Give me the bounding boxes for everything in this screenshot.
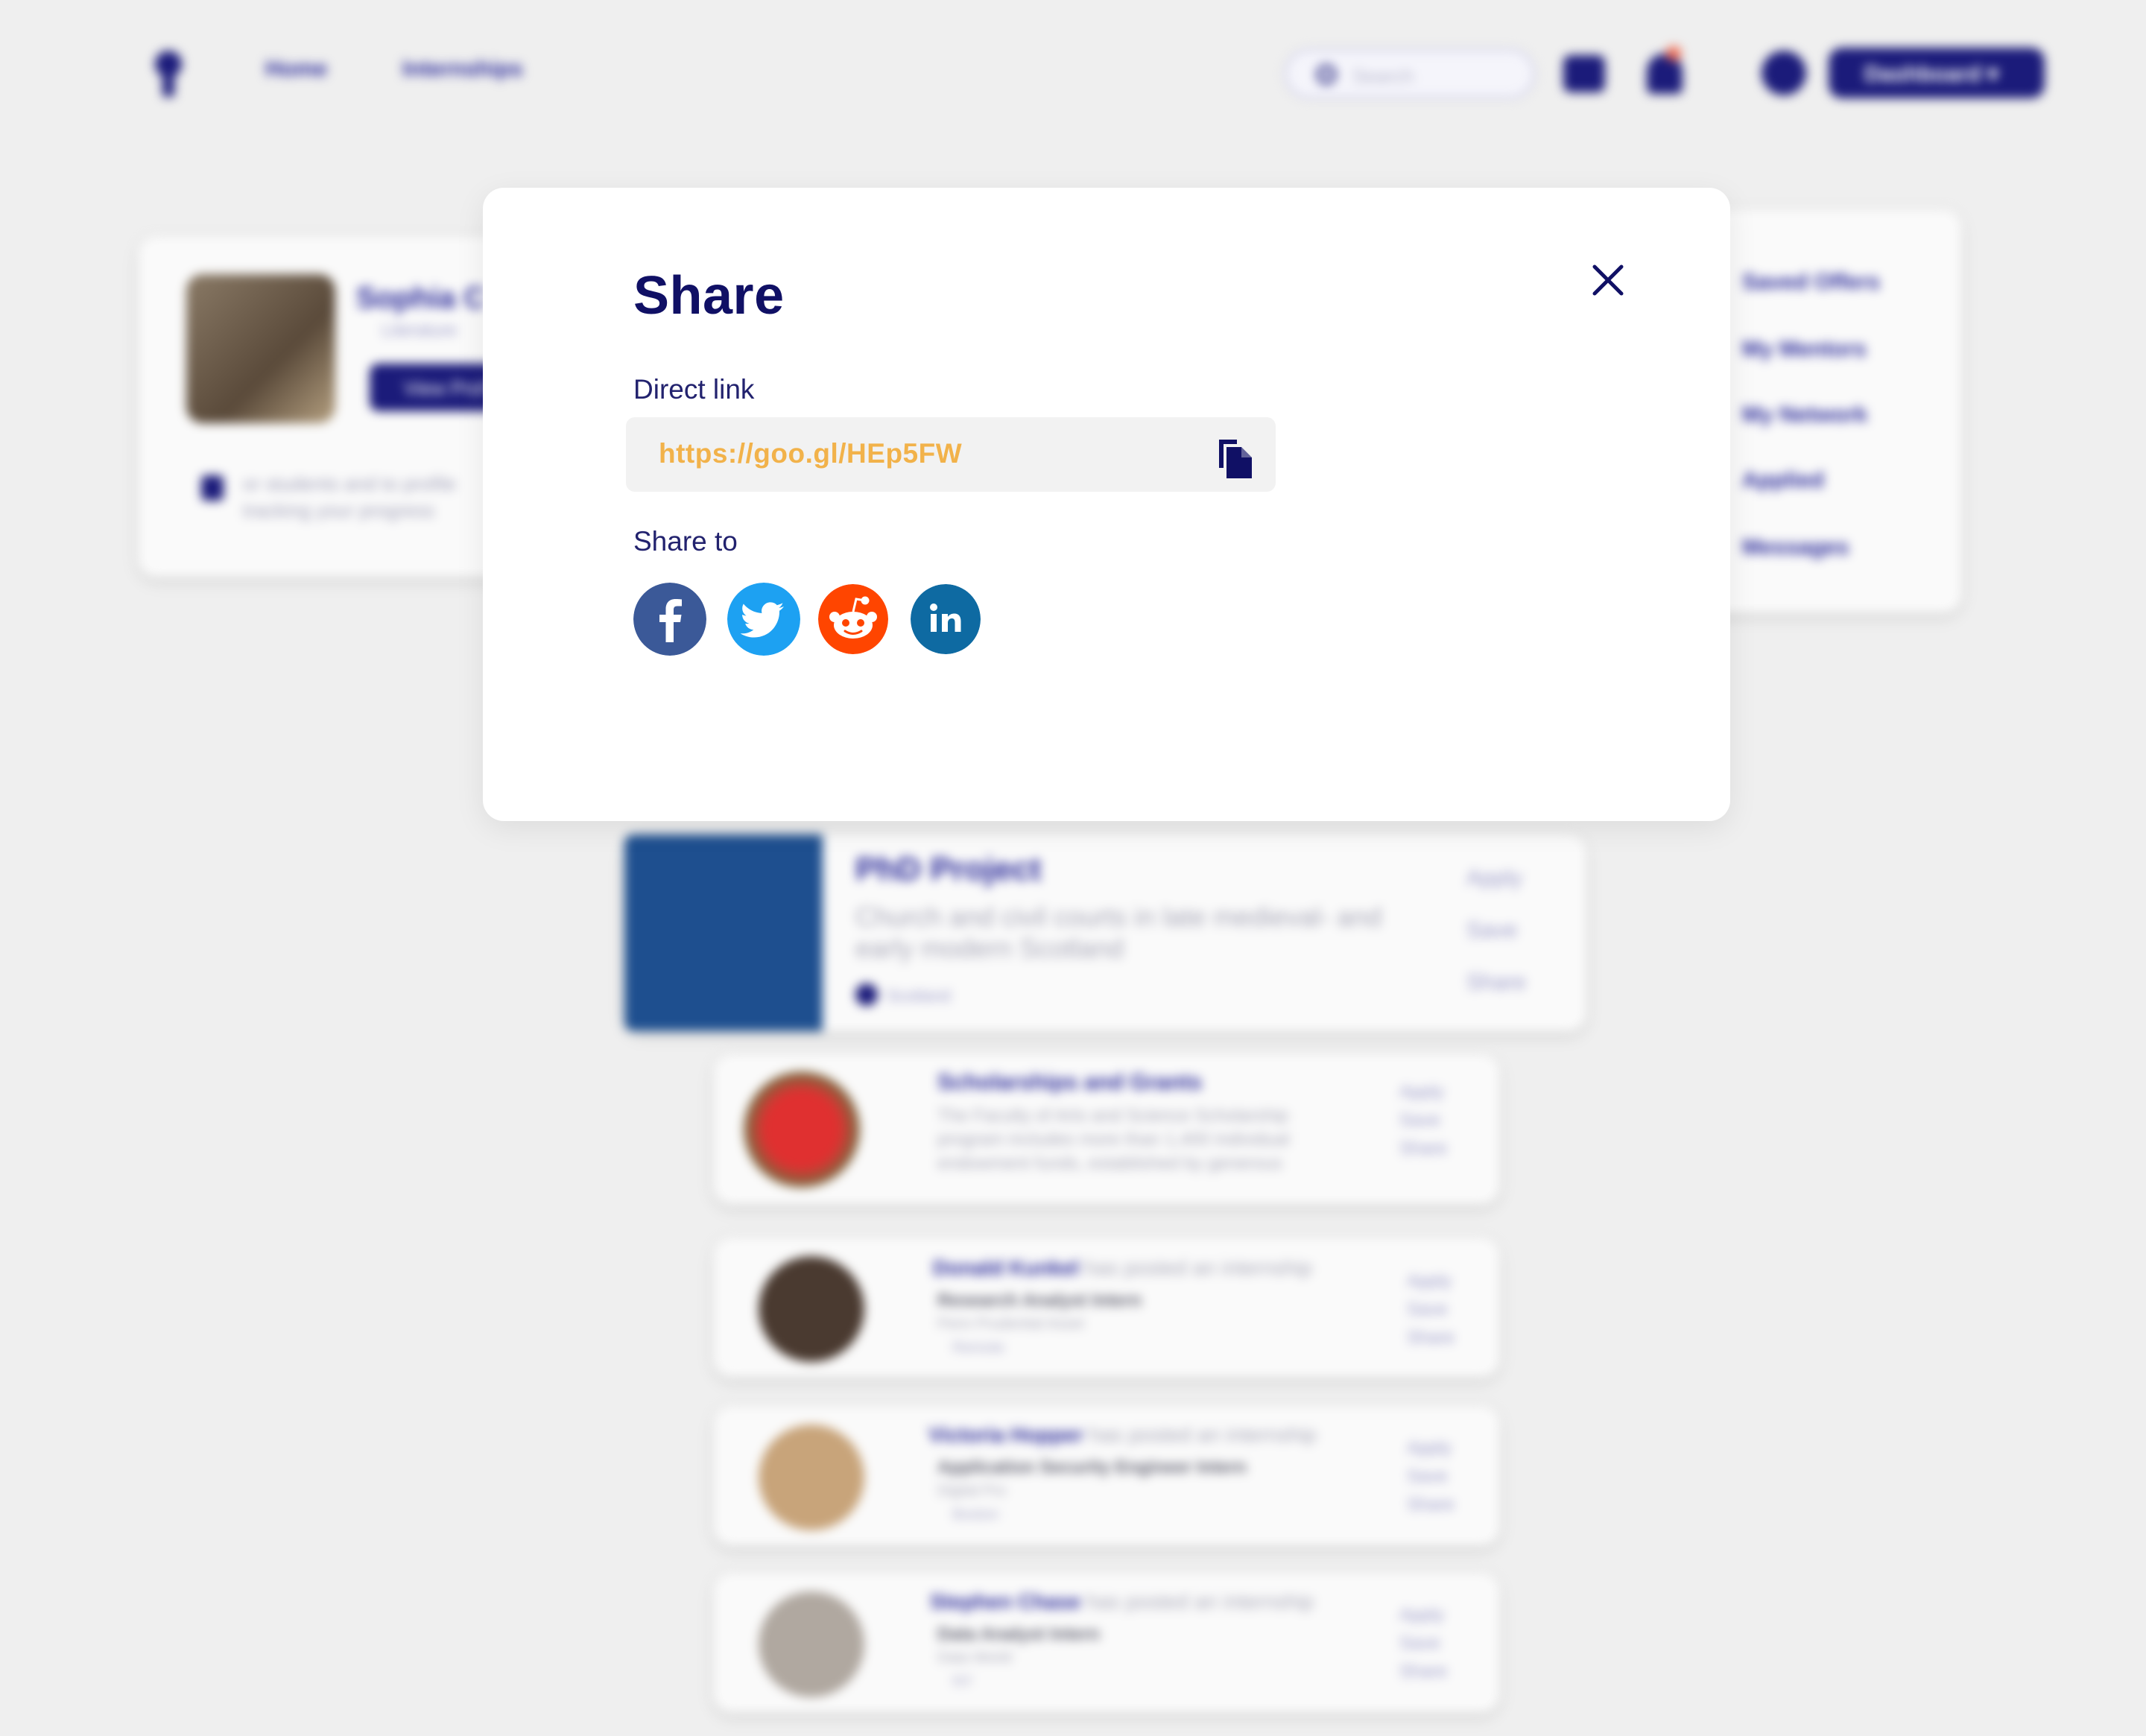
feed-card-internship-3[interactable]: Stephen Chase has posted an internship D… xyxy=(714,1574,1499,1712)
close-icon[interactable] xyxy=(1586,258,1630,302)
copy-icon[interactable] xyxy=(1215,435,1256,480)
feed-desc-1: The Faculty of Arts and Science Scholars… xyxy=(937,1106,1288,1126)
feed-save[interactable]: Save xyxy=(1399,1110,1440,1131)
feed-share[interactable]: Share xyxy=(1407,1495,1455,1515)
feed-title: Scholarships and Grants xyxy=(937,1070,1203,1094)
twitter-icon[interactable] xyxy=(727,583,800,656)
feed-location: Boston xyxy=(952,1507,999,1523)
feed-headline: Stephen Chase has posted an internship xyxy=(930,1590,1314,1613)
dashboard-button-label: Dashboard xyxy=(1864,62,1981,86)
profile-subtitle: Literature xyxy=(382,320,458,340)
featured-title: PhD Project xyxy=(855,851,1042,887)
dashboard-button[interactable]: Dashboard ▾ xyxy=(1829,48,2045,98)
profile-avatar xyxy=(186,274,335,423)
poster-avatar xyxy=(759,1591,864,1697)
briefcase-icon[interactable] xyxy=(1563,55,1605,92)
feed-role: Application Security Engineer Intern xyxy=(937,1457,1247,1477)
feed-apply[interactable]: Apply xyxy=(1399,1082,1444,1103)
feed-apply[interactable]: Apply xyxy=(1399,1605,1444,1626)
direct-link-label: Direct link xyxy=(633,374,755,405)
feed-role: Data Analyst Intern xyxy=(937,1624,1100,1644)
poster-avatar xyxy=(759,1256,864,1362)
profile-name: Sophia C xyxy=(356,282,486,314)
nav-home-link[interactable]: Home xyxy=(265,57,327,82)
poster-avatar xyxy=(759,1425,864,1530)
notification-dot xyxy=(1666,46,1681,61)
featured-line-2: early modern Scotland xyxy=(855,933,1124,963)
featured-post-card[interactable]: PhD Project Church and civil courts in l… xyxy=(624,834,1586,1031)
featured-save[interactable]: Save xyxy=(1466,918,1517,943)
feed-card-scholarships[interactable]: Scholarships and Grants The Faculty of A… xyxy=(714,1055,1499,1204)
feed-card-internship-1[interactable]: Donald Kunkel has posted an internship R… xyxy=(714,1238,1499,1377)
featured-apply[interactable]: Apply xyxy=(1466,866,1522,891)
direct-link-field[interactable]: https://goo.gl/HEp5FW xyxy=(626,417,1276,492)
location-icon xyxy=(855,983,878,1006)
app-logo-icon[interactable] xyxy=(148,48,189,100)
profile-note-1: or students and to profile xyxy=(243,472,457,495)
harvard-shield-logo xyxy=(744,1071,860,1188)
feed-location: Remote xyxy=(952,1340,1005,1356)
feed-desc-3: endowment funds, established by generous xyxy=(937,1153,1282,1173)
menu-saved-offers[interactable]: Saved Offers xyxy=(1742,270,1880,295)
feed-save[interactable]: Save xyxy=(1407,1466,1448,1487)
feed-share[interactable]: Share xyxy=(1407,1328,1455,1349)
menu-my-mentors[interactable]: My Mentors xyxy=(1742,337,1867,362)
feed-card-internship-2[interactable]: Victoria Hopper has posted an internship… xyxy=(714,1407,1499,1545)
linkedin-icon[interactable] xyxy=(911,584,981,654)
modal-title: Share xyxy=(633,266,785,326)
feed-save[interactable]: Save xyxy=(1407,1299,1448,1320)
featured-line-1: Church and civil courts in late medieval… xyxy=(855,902,1382,932)
nav-internships-link[interactable]: Internships xyxy=(402,57,523,82)
search-placeholder: Search xyxy=(1352,65,1414,87)
feed-org: Penn Prudential Asset xyxy=(937,1316,1084,1332)
feed-org: Digital Pro xyxy=(937,1483,1007,1499)
featured-share[interactable]: Share xyxy=(1466,970,1526,995)
feed-apply[interactable]: Apply xyxy=(1407,1438,1452,1459)
menu-my-network[interactable]: My Network xyxy=(1742,402,1867,428)
feed-save[interactable]: Save xyxy=(1399,1633,1440,1654)
share-to-label: Share to xyxy=(633,526,738,557)
info-icon xyxy=(201,475,224,501)
feed-apply[interactable]: Apply xyxy=(1407,1271,1452,1292)
menu-applied[interactable]: Applied xyxy=(1742,468,1824,493)
feed-role: Research Analyst Intern xyxy=(937,1290,1142,1311)
featured-tag: Scotland xyxy=(887,986,951,1005)
feed-share[interactable]: Share xyxy=(1399,1138,1447,1159)
facebook-icon[interactable] xyxy=(633,583,706,656)
menu-messages[interactable]: Messages xyxy=(1742,535,1849,560)
search-icon xyxy=(1317,65,1336,84)
feed-org: Data World xyxy=(937,1650,1012,1666)
search-input[interactable]: Search xyxy=(1285,49,1535,98)
share-modal: Share Direct link https://goo.gl/HEp5FW … xyxy=(483,188,1730,821)
feed-headline: Donald Kunkel has posted an internship xyxy=(933,1256,1312,1279)
feed-location: NY xyxy=(952,1673,973,1690)
feed-share[interactable]: Share xyxy=(1399,1661,1447,1682)
profile-note-2: tracking your progress xyxy=(243,499,435,522)
reddit-icon[interactable] xyxy=(818,584,888,654)
university-logo xyxy=(624,834,823,1031)
direct-link-url[interactable]: https://goo.gl/HEp5FW xyxy=(659,438,962,469)
feed-desc-2: program includes more than 1,400 individ… xyxy=(937,1130,1290,1150)
feed-headline: Victoria Hopper has posted an internship xyxy=(928,1423,1317,1446)
user-avatar-icon[interactable] xyxy=(1762,51,1806,95)
